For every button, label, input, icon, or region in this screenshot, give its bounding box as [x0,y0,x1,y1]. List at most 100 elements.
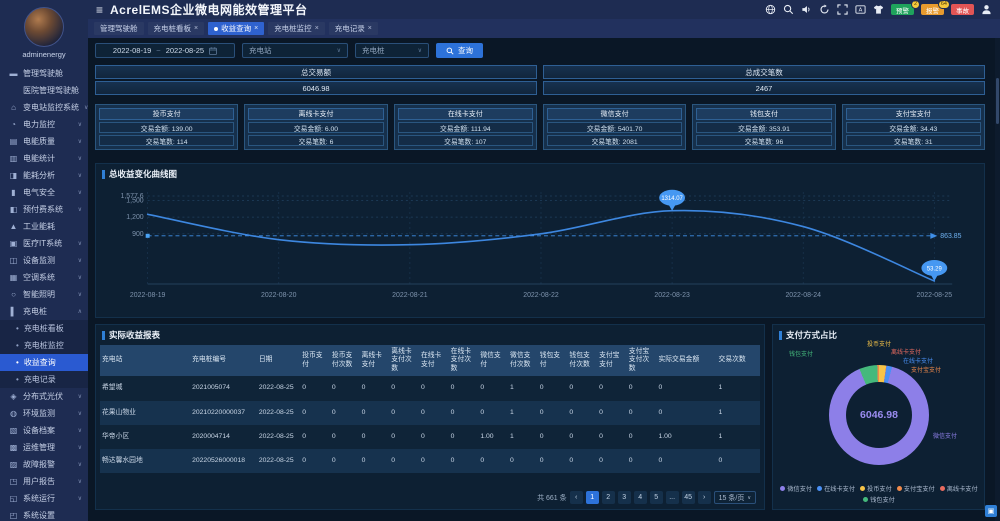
revenue-line-chart[interactable]: 9001,2001,5001,577.62022-08-192022-08-20… [98,180,982,316]
tab-收益查询[interactable]: 收益查询× [208,22,264,35]
sidebar-item-工业能耗[interactable]: ▲工业能耗 [0,218,88,235]
station-select[interactable]: 充电站 ∨ [242,43,348,58]
sidebar-item-分布式光伏[interactable]: ◈分布式光伏∨ [0,388,88,405]
sidebar-subitem-充电记录[interactable]: •充电记录 [0,371,88,388]
fullscreen-icon[interactable] [837,4,848,15]
sidebar-item-设备档案[interactable]: ▧设备档案∨ [0,422,88,439]
tab-充电桩看板[interactable]: 充电桩看板× [148,22,205,35]
search-button[interactable]: 查询 [436,43,483,58]
table-cell: 花果山物业 [100,401,190,425]
close-icon[interactable]: × [315,25,319,32]
sidebar-item-电气安全[interactable]: ▮电气安全∨ [0,184,88,201]
sidebar-item-医疗IT系统[interactable]: ▣医疗IT系统∨ [0,235,88,252]
table-cell: 0 [567,401,597,425]
globe-icon[interactable] [765,4,776,15]
page-button-2[interactable]: 2 [602,491,615,504]
sidebar-item-运维管理[interactable]: ▩运维管理∨ [0,439,88,456]
column-header: 钱包支付 [538,345,568,376]
legend-item-离线卡支付[interactable]: 离线卡支付 [940,484,978,493]
sidebar-item-用户报告[interactable]: ◳用户报告∨ [0,473,88,490]
sidebar-item-环境监测[interactable]: ◍环境监测∨ [0,405,88,422]
date-range-picker[interactable]: 2022-08-19 ~ 2022-08-25 [95,43,235,58]
tab-管理驾驶舱[interactable]: 管理驾驶舱 [94,22,144,35]
legend-item-投币支付[interactable]: 投币支付 [860,484,892,493]
page-button-5[interactable]: 5 [650,491,663,504]
sidebar-item-医院管理驾驶舱[interactable]: 医院管理驾驶舱 [0,82,88,99]
page-button-45[interactable]: 45 [682,491,695,504]
table-cell: 1 [717,425,760,449]
menu-item-icon: ▮ [9,188,18,197]
table-cell: 0 [449,401,479,425]
alarm-pill-accident[interactable]: 事故 [951,4,974,15]
sidebar-item-预付费系统[interactable]: ◧预付费系统∨ [0,201,88,218]
pile-select[interactable]: 充电桩 ∨ [355,43,429,58]
sidebar-item-智能照明[interactable]: ○智能照明∨ [0,286,88,303]
next-page-button[interactable]: › [698,491,711,504]
page-button-1[interactable]: 1 [586,491,599,504]
sidebar-item-变电站监控系统[interactable]: ⌂变电站监控系统∨ [0,99,88,116]
legend-item-支付宝支付[interactable]: 支付宝支付 [897,484,935,493]
sidebar-subitem-充电桩监控[interactable]: •充电桩监控 [0,337,88,354]
menu-item-label: 能耗分析 [23,170,55,181]
legend-item-钱包支付[interactable]: 钱包支付 [863,495,895,504]
menu-item-icon: ▬ [9,69,18,78]
sidebar-item-电能质量[interactable]: ▤电能质量∨ [0,133,88,150]
sidebar-item-电力监控[interactable]: ◔电力监控∨ [0,116,88,133]
sidebar-item-充电桩[interactable]: ▌充电桩∧ [0,303,88,320]
scrollbar-thumb[interactable] [996,78,999,124]
table-cell: 0 [419,449,449,473]
svg-text:2022-08-24: 2022-08-24 [785,292,821,299]
menu-item-icon: ▦ [9,273,18,282]
user-icon[interactable] [981,4,992,15]
volume-icon[interactable] [801,4,812,15]
legend-item-在线卡支付[interactable]: 在线卡支付 [817,484,855,493]
sidebar-item-管理驾驶舱[interactable]: ▬管理驾驶舱 [0,65,88,82]
sidebar-subitem-收益查询[interactable]: •收益查询 [0,354,88,371]
close-icon[interactable]: × [194,25,198,32]
table-cell: 1.00 [656,425,716,449]
menu-item-icon: ◱ [9,494,18,503]
table-cell: 0 [449,449,479,473]
theme-icon[interactable] [873,4,884,15]
corner-action-button[interactable]: ▣ [985,505,997,517]
prev-page-button[interactable]: ‹ [570,491,583,504]
page-ellipsis[interactable]: ... [666,491,679,504]
sidebar-item-故障报警[interactable]: ▨故障报警∨ [0,456,88,473]
screenshot-icon[interactable]: A [855,4,866,15]
menu-item-label: 工业能耗 [23,221,55,232]
tab-充电桩监控[interactable]: 充电桩监控× [268,22,325,35]
page-button-4[interactable]: 4 [634,491,647,504]
close-icon[interactable]: × [254,25,258,32]
payment-card-离线卡支付: 离线卡支付交易金额: 6.00交易笔数: 6 [244,104,387,150]
close-icon[interactable]: × [368,25,372,32]
donut-label-在线卡支付: 在线卡支付 [903,356,933,365]
sidebar-item-设备监测[interactable]: ◫设备监测∨ [0,252,88,269]
search-icon [446,47,454,55]
alarm-pill-warning[interactable]: 预警2 [891,4,914,15]
table-cell: 0 [300,401,330,425]
svg-text:1314.07: 1314.07 [661,196,683,202]
scrollbar-track[interactable] [995,38,1000,521]
tab-label: 充电桩监控 [274,23,312,34]
page-size-select[interactable]: 15 条/页∨ [714,491,756,504]
page-button-3[interactable]: 3 [618,491,631,504]
refresh-icon[interactable] [819,4,830,15]
table-cell: 0 [538,401,568,425]
hamburger-icon[interactable]: ≡ [96,4,103,16]
avatar[interactable] [24,7,64,47]
menu-item-label: 环境监测 [23,408,55,419]
alarm-pill-alarm[interactable]: 报警64 [921,4,944,15]
sidebar-item-系统设置[interactable]: ◰系统设置 [0,507,88,521]
column-header: 在线卡支付次数 [449,345,479,376]
table-cell: 0 [597,376,627,400]
tab-充电记录[interactable]: 充电记录× [329,22,378,35]
svg-text:1,200: 1,200 [126,214,144,221]
sidebar-item-电能统计[interactable]: ▥电能统计∨ [0,150,88,167]
search-icon[interactable] [783,4,794,15]
sidebar-subitem-充电桩看板[interactable]: •充电桩看板 [0,320,88,337]
sidebar-item-能耗分析[interactable]: ◨能耗分析∨ [0,167,88,184]
sidebar-item-系统运行[interactable]: ◱系统运行∨ [0,490,88,507]
legend-item-微信支付[interactable]: 微信支付 [780,484,812,493]
column-header: 充电桩编号 [190,345,257,376]
sidebar-item-空调系统[interactable]: ▦空调系统∨ [0,269,88,286]
